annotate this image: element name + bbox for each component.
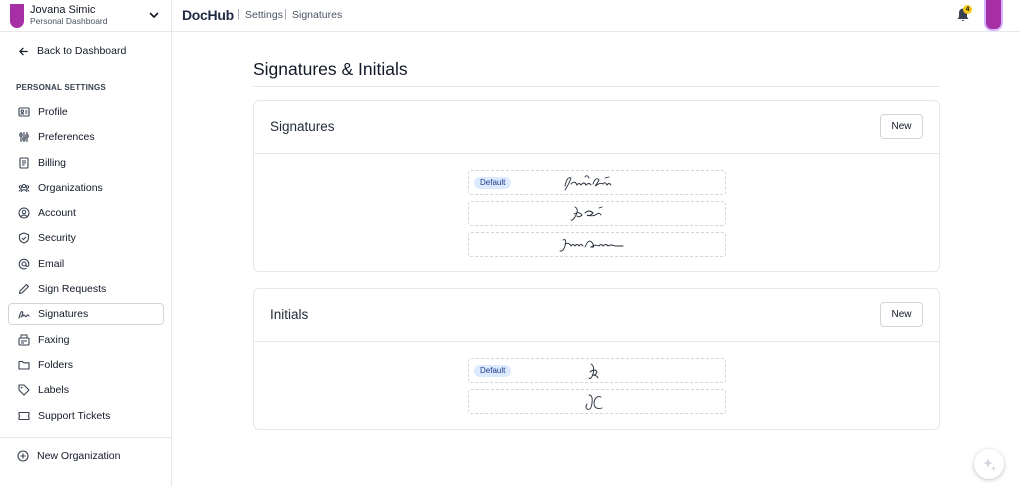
account-subtitle: Personal Dashboard (30, 15, 108, 26)
back-to-dashboard-label: Back to Dashboard (37, 45, 127, 57)
signature-item-default[interactable]: Default (468, 170, 726, 195)
sidebar-divider (0, 437, 172, 438)
initials-card: Initials New Default (253, 288, 940, 430)
new-organization-label: New Organization (37, 450, 121, 462)
sidebar-item-security[interactable]: Security (8, 227, 164, 249)
sidebar-item-folders[interactable]: Folders (8, 354, 164, 376)
sidebar-item-label: Support Tickets (38, 409, 111, 422)
section-title: PERSONAL SETTINGS (16, 83, 106, 92)
sidebar-item-account[interactable]: Account (8, 202, 164, 224)
sidebar-item-organizations[interactable]: Organizations (8, 177, 164, 199)
plus-circle-icon (17, 450, 29, 462)
settings-nav: Profile Preferences Billing Organization… (8, 101, 164, 430)
sidebar-item-label: Profile (38, 106, 68, 118)
folder-icon (18, 360, 30, 370)
sidebar-item-label: Organizations (38, 181, 103, 194)
signature-image (559, 239, 624, 252)
sidebar-item-label: Account (38, 207, 76, 220)
account-switcher[interactable]: Jovana Simic Personal Dashboard (0, 0, 172, 32)
sidebar-item-label: Labels (38, 384, 69, 397)
initials-image (588, 363, 599, 379)
page-title: Signatures & Initials (253, 59, 408, 79)
signatures-title: Signatures (270, 119, 335, 134)
back-to-dashboard-link[interactable]: Back to Dashboard (8, 41, 164, 61)
initials-image (585, 394, 603, 410)
sidebar-item-label: Sign Requests (38, 283, 107, 296)
title-divider (253, 86, 940, 87)
breadcrumb-settings[interactable]: Settings (245, 9, 283, 21)
initials-card-header: Initials New (254, 289, 939, 342)
breadcrumb-separator: | (237, 8, 240, 20)
sidebar-item-label: Faxing (38, 333, 70, 346)
sparkles-icon (983, 458, 996, 471)
at-icon (18, 258, 30, 270)
breadcrumb-separator: | (284, 8, 287, 20)
sidebar-item-billing[interactable]: Billing (8, 152, 164, 174)
default-badge: Default (474, 177, 512, 189)
sidebar-item-label: Security (38, 232, 76, 245)
signature-item[interactable] (468, 232, 726, 257)
signature-item[interactable] (468, 201, 726, 226)
signature-icon (18, 311, 30, 319)
tag-icon (18, 384, 30, 396)
notification-badge: 4 (963, 5, 972, 14)
receipt-icon (19, 157, 29, 169)
sidebar-item-preferences[interactable]: Preferences (8, 126, 164, 148)
team-icon (18, 183, 30, 193)
new-signature-button[interactable]: New (880, 114, 923, 139)
top-bar: DocHub | Settings | Signatures 4 (172, 0, 1020, 32)
sliders-icon (19, 132, 29, 143)
breadcrumb-signatures: Signatures (292, 9, 343, 21)
signatures-card: Signatures New Default (253, 100, 940, 272)
account-avatar (10, 3, 24, 28)
sidebar: Jovana Simic Personal Dashboard Back to … (0, 0, 172, 486)
account-text: Jovana Simic Personal Dashboard (30, 3, 108, 27)
initials-item[interactable] (468, 389, 726, 414)
signature-image (564, 175, 612, 191)
sidebar-item-label: Folders (38, 358, 74, 371)
dochub-logo[interactable]: DocHub (182, 7, 234, 23)
arrow-left-icon (19, 47, 28, 55)
pen-icon (18, 284, 30, 295)
sidebar-item-sign-requests[interactable]: Sign Requests (8, 278, 164, 300)
initials-item-default[interactable]: Default (468, 358, 726, 383)
ai-assistant-button[interactable] (974, 449, 1004, 479)
profile-icon (18, 107, 30, 117)
sidebar-item-label: Preferences (38, 131, 95, 144)
chevron-down-icon[interactable] (148, 9, 160, 21)
ticket-icon (18, 411, 30, 420)
initials-title: Initials (270, 307, 309, 322)
new-initials-button[interactable]: New (880, 302, 923, 327)
sidebar-item-signatures[interactable]: Signatures (8, 303, 164, 326)
signatures-card-header: Signatures New (254, 101, 939, 154)
sidebar-item-email[interactable]: Email (8, 253, 164, 275)
fax-icon (18, 334, 30, 346)
shield-icon (18, 232, 30, 245)
user-circle-icon (18, 207, 30, 219)
account-name: Jovana Simic (30, 3, 96, 16)
user-avatar[interactable] (984, 0, 1003, 31)
sidebar-item-profile[interactable]: Profile (8, 101, 164, 123)
sidebar-item-faxing[interactable]: Faxing (8, 329, 164, 351)
sidebar-item-labels[interactable]: Labels (8, 379, 164, 401)
sidebar-item-support-tickets[interactable]: Support Tickets (8, 405, 164, 427)
default-badge: Default (474, 365, 512, 377)
sidebar-item-label: Billing (38, 156, 67, 169)
sidebar-item-label: Email (38, 257, 65, 270)
new-organization-button[interactable]: New Organization (8, 446, 164, 466)
sidebar-item-label: Signatures (38, 308, 89, 321)
signature-image (570, 206, 603, 221)
